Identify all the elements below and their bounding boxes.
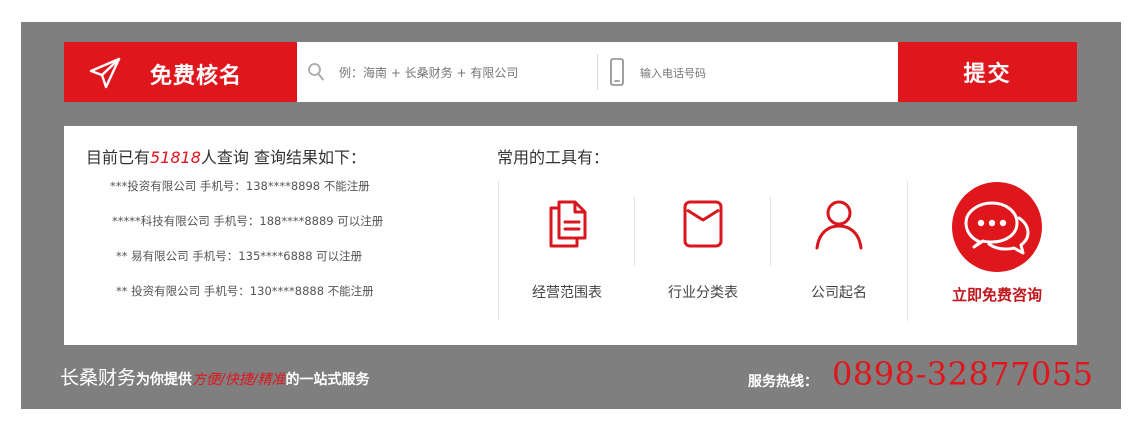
tool-industry-classification[interactable]: 行业分类表 (635, 198, 771, 308)
tool-label: 经营范围表 (532, 285, 602, 301)
documents-icon (549, 200, 587, 248)
tool-label: 行业分类表 (668, 285, 738, 301)
tool-company-naming[interactable]: 公司起名 (771, 198, 907, 308)
footer-highlight: 方便/快捷/精准 (192, 372, 286, 388)
footer-text-before: 为你提供 (136, 372, 193, 388)
name-check-form: 免费核名 提交 (64, 42, 1077, 102)
result-item: ** 投资有限公司 手机号：130****8888 不能注册 (116, 284, 374, 298)
tool-label: 公司起名 (811, 285, 867, 301)
result-and-tools-card: 目前已有51818人查询 查询结果如下： ***投资有限公司 手机号：138**… (64, 126, 1077, 345)
phone-field (598, 42, 898, 102)
free-consult-button[interactable] (952, 182, 1042, 272)
count-prefix: 目前已有 (86, 148, 151, 167)
free-name-check-panel: 免费核名 提交 目前已有51818人查询 查询结果如下： ***投资有限公司 手… (21, 22, 1121, 409)
result-item: ***投资有限公司 手机号：138****8898 不能注册 (110, 179, 370, 193)
brand-title: 免费核名 (150, 64, 243, 89)
query-count-line: 目前已有51818人查询 查询结果如下： (86, 144, 366, 168)
result-item: *****科技有限公司 手机号：188****8889 可以注册 (112, 214, 384, 228)
company-name-field (297, 42, 597, 102)
hotline-number[interactable]: 0898-32877055 (832, 355, 1094, 393)
count-suffix: 人查询 查询结果如下： (200, 148, 367, 167)
hotline-label: 服务热线： (748, 374, 818, 390)
tools-divider (907, 181, 908, 321)
envelope-icon (683, 200, 723, 248)
tool-business-scope[interactable]: 经营范围表 (499, 198, 635, 308)
phone-input[interactable] (638, 62, 872, 84)
submit-button[interactable]: 提交 (898, 42, 1077, 102)
footer-slogan: 长桑财务为你提供方便/快捷/精准的一站式服务 (60, 363, 369, 390)
free-consult-label[interactable]: 立即免费咨询 (932, 284, 1062, 305)
search-icon (308, 63, 324, 81)
user-icon (815, 200, 863, 250)
company-name-input[interactable] (337, 62, 591, 84)
query-count: 51818 (150, 148, 201, 167)
result-item: ** 易有限公司 手机号：135****6888 可以注册 (116, 249, 363, 263)
chat-bubbles-icon (964, 201, 1030, 255)
footer-brand: 长桑财务 (60, 367, 137, 389)
brand-block: 免费核名 (64, 42, 297, 102)
mobile-phone-icon (610, 58, 624, 86)
tools-title: 常用的工具有： (497, 148, 610, 167)
paper-plane-icon (89, 57, 121, 89)
footer-text-after: 的一站式服务 (285, 372, 370, 388)
